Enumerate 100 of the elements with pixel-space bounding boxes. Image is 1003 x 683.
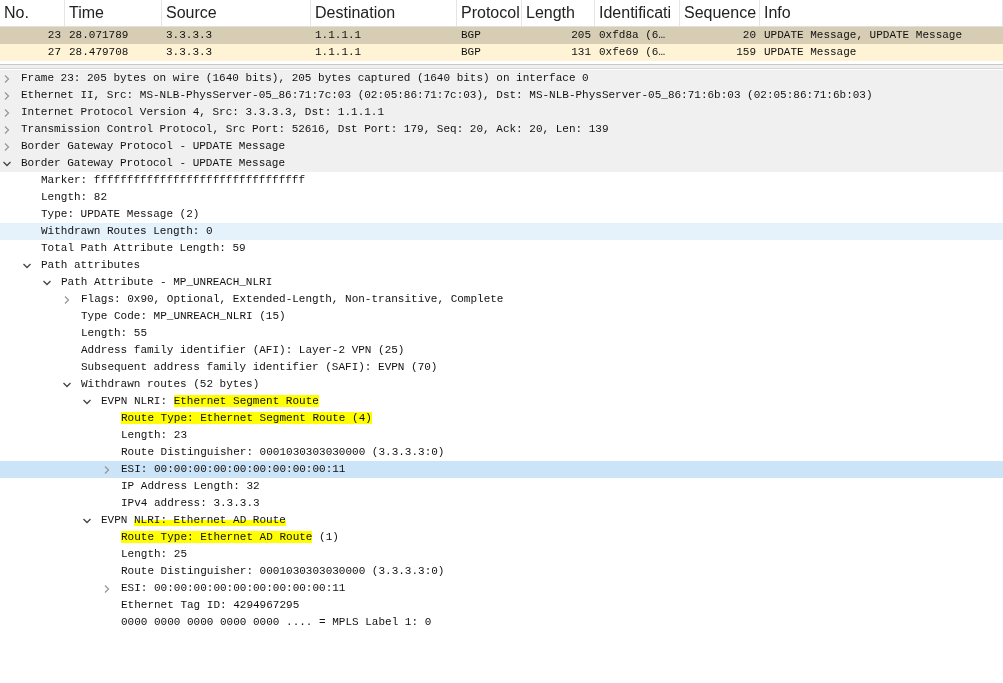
tree-item-label: IPv4 address: 3.3.3.3	[121, 496, 260, 511]
tree-item-label: Path attributes	[41, 258, 141, 273]
tree-row[interactable]: Withdrawn routes (52 bytes)	[0, 376, 1003, 393]
tree-row[interactable]: Path attributes	[0, 257, 1003, 274]
tree-row[interactable]: IP Address Length: 32	[0, 478, 1003, 495]
collapse-chevron-icon[interactable]	[82, 397, 91, 406]
expand-chevron-icon[interactable]	[2, 108, 11, 117]
column-header[interactable]: Sequence	[684, 1, 757, 25]
table-cell-text: 1.1.1.1	[315, 28, 362, 44]
tree-row[interactable]: Path Attribute - MP_UNREACH_NLRI	[0, 274, 1003, 291]
tree-item-label: Route Type: Ethernet AD Route (1)	[121, 530, 339, 545]
expand-chevron-icon[interactable]	[2, 74, 11, 83]
tree-item-label: Ethernet Tag ID: 4294967295	[121, 598, 300, 613]
column-header[interactable]: No.	[4, 1, 29, 25]
table-cell-text: 28.071789	[69, 28, 129, 44]
tree-row[interactable]: Route Distinguisher: 0001030303030000 (3.3.3.3:0)	[0, 563, 1003, 580]
tree-row[interactable]: Frame 23: 205 bytes on wire (1640 bits), 205 bytes captured (1640 bits) on interface 0	[0, 70, 1003, 87]
tree-row[interactable]: Subsequent address family identifier (SAFI): EVPN (70)	[0, 359, 1003, 376]
tree-item-label: Marker: ffffffffffffffffffffffffffffffff	[41, 173, 306, 188]
tree-row[interactable]: Total Path Attribute Length: 59	[0, 240, 1003, 257]
column-header[interactable]: Time	[69, 1, 104, 25]
tree-row[interactable]: Flags: 0x90, Optional, Extended-Length, Non-transitive, Complete	[0, 291, 1003, 308]
tree-row[interactable]: Length: 82	[0, 189, 1003, 206]
column-header[interactable]: Info	[764, 1, 791, 25]
tree-row[interactable]: IPv4 address: 3.3.3.3	[0, 495, 1003, 512]
table-cell-text: 159	[736, 45, 756, 61]
tree-row[interactable]: ESI: 00:00:00:00:00:00:00:00:00:11	[0, 461, 1003, 478]
table-cell-text: 20	[742, 28, 756, 44]
tree-row[interactable]: Type: UPDATE Message (2)	[0, 206, 1003, 223]
table-cell-text: 3.3.3.3	[166, 45, 213, 61]
tree-row[interactable]: Route Type: Ethernet Segment Route (4)	[0, 410, 1003, 427]
tree-item-label: ESI: 00:00:00:00:00:00:00:00:00:11	[121, 581, 346, 596]
tree-item-label: Length: 55	[81, 326, 147, 341]
tree-row[interactable]: EVPN NLRI: Ethernet AD Route	[0, 512, 1003, 529]
tree-row[interactable]: EVPN NLRI: Ethernet Segment Route	[0, 393, 1003, 410]
expand-chevron-icon[interactable]	[2, 91, 11, 100]
column-header[interactable]: Protocol	[461, 1, 520, 25]
tree-item-label: IP Address Length: 32	[121, 479, 260, 494]
tree-row[interactable]: Marker: ffffffffffffffffffffffffffffffff	[0, 172, 1003, 189]
expand-chevron-icon[interactable]	[62, 295, 71, 304]
tree-row[interactable]: ESI: 00:00:00:00:00:00:00:00:00:11	[0, 580, 1003, 597]
table-cell-text: UPDATE Message, UPDATE Message	[764, 28, 963, 44]
tree-item-label: 0000 0000 0000 0000 0000 .... = MPLS Label 1: 0	[121, 615, 432, 630]
tree-row[interactable]: Route Distinguisher: 0001030303030000 (3.3.3.3:0)	[0, 444, 1003, 461]
table-cell-text: 23	[47, 28, 61, 44]
table-cell-text: UPDATE Message	[764, 45, 857, 61]
table-cell-text: 3.3.3.3	[166, 28, 213, 44]
tree-row[interactable]: Border Gateway Protocol - UPDATE Message	[0, 155, 1003, 172]
tree-row[interactable]: 0000 0000 0000 0000 0000 .... = MPLS Label 1: 0	[0, 614, 1003, 631]
tree-row[interactable]: Length: 25	[0, 546, 1003, 563]
tree-item-label: Border Gateway Protocol - UPDATE Message	[21, 156, 286, 171]
tree-row[interactable]: Length: 23	[0, 427, 1003, 444]
table-cell-text: 0xfd8a (6…	[599, 28, 665, 44]
tree-item-label: EVPN NLRI: Ethernet AD Route	[101, 513, 286, 528]
packet-row[interactable]: 23 28.071789 3.3.3.3 1.1.1.1 BGP 205 0xfd8a (6… 20 UPDATE Message, UPDATE Message	[0, 27, 1003, 44]
tree-item-label: Border Gateway Protocol - UPDATE Message	[21, 139, 286, 154]
tree-row[interactable]: Address family identifier (AFI): Layer-2 VPN (25)	[0, 342, 1003, 359]
tree-item-label: Route Type: Ethernet Segment Route (4)	[121, 411, 372, 426]
expand-chevron-icon[interactable]	[2, 125, 11, 134]
table-cell-text: 27	[47, 45, 61, 61]
collapse-chevron-icon[interactable]	[22, 261, 31, 270]
tree-item-label: Route Distinguisher: 0001030303030000 (3.3.3.3:0)	[121, 564, 445, 579]
table-cell-text: BGP	[461, 45, 481, 61]
column-header[interactable]: Destination	[315, 1, 396, 25]
packet-row[interactable]: 27 28.479708 3.3.3.3 1.1.1.1 BGP 131 0xfe69 (6… 159 UPDATE Message	[0, 44, 1003, 61]
collapse-chevron-icon[interactable]	[2, 159, 11, 168]
collapse-chevron-icon[interactable]	[82, 516, 91, 525]
tree-item-label: Internet Protocol Version 4, Src: 3.3.3.3, Dst: 1.1.1.1	[21, 105, 385, 120]
expand-chevron-icon[interactable]	[2, 142, 11, 151]
tree-row[interactable]: Type Code: MP_UNREACH_NLRI (15)	[0, 308, 1003, 325]
tree-item-label: Length: 23	[121, 428, 187, 443]
tree-row[interactable]: Internet Protocol Version 4, Src: 3.3.3.3, Dst: 1.1.1.1	[0, 104, 1003, 121]
tree-item-label: EVPN NLRI: Ethernet Segment Route	[101, 394, 319, 409]
column-header[interactable]: Length	[526, 1, 575, 25]
table-cell-text: 205	[571, 28, 591, 44]
collapse-chevron-icon[interactable]	[62, 380, 71, 389]
table-cell-text: 0xfe69 (6…	[599, 45, 665, 61]
column-header[interactable]: Identificati	[599, 1, 672, 25]
tree-row[interactable]: Transmission Control Protocol, Src Port: 52616, Dst Port: 179, Seq: 20, Ack: 20, Len: 139	[0, 121, 1003, 138]
tree-item-label: Frame 23: 205 bytes on wire (1640 bits), 205 bytes captured (1640 bits) on interface 0	[21, 71, 589, 86]
collapse-chevron-icon[interactable]	[42, 278, 51, 287]
expand-chevron-icon[interactable]	[102, 584, 111, 593]
tree-row[interactable]: Border Gateway Protocol - UPDATE Message	[0, 138, 1003, 155]
tree-item-label: Path Attribute - MP_UNREACH_NLRI	[61, 275, 273, 290]
tree-row[interactable]: Length: 55	[0, 325, 1003, 342]
tree-item-label: Address family identifier (AFI): Layer-2 VPN (25)	[81, 343, 405, 358]
tree-item-label: Withdrawn routes (52 bytes)	[81, 377, 260, 392]
tree-item-label: Transmission Control Protocol, Src Port: 52616, Dst Port: 179, Seq: 20, Ack: 20, Len: 139	[21, 122, 609, 137]
tree-item-label: Total Path Attribute Length: 59	[41, 241, 246, 256]
tree-row[interactable]: Ethernet II, Src: MS-NLB-PhysServer-05_86:71:7c:03 (02:05:86:71:7c:03), Dst: MS-NLB-PhysServer-05_86:71:6b:03 (02:05:86:71:6b:03)	[0, 87, 1003, 104]
tree-item-label: ESI: 00:00:00:00:00:00:00:00:00:11	[121, 462, 346, 477]
tree-row[interactable]: Ethernet Tag ID: 4294967295	[0, 597, 1003, 614]
tree-item-label: Route Distinguisher: 0001030303030000 (3.3.3.3:0)	[121, 445, 445, 460]
column-header[interactable]: Source	[166, 1, 217, 25]
expand-chevron-icon[interactable]	[102, 465, 111, 474]
tree-row[interactable]: Route Type: Ethernet AD Route (1)	[0, 529, 1003, 546]
tree-item-label: Withdrawn Routes Length: 0	[41, 224, 213, 239]
tree-item-label: Flags: 0x90, Optional, Extended-Length, Non-transitive, Complete	[81, 292, 504, 307]
table-cell-text: 28.479708	[69, 45, 129, 61]
tree-row[interactable]: Withdrawn Routes Length: 0	[0, 223, 1003, 240]
